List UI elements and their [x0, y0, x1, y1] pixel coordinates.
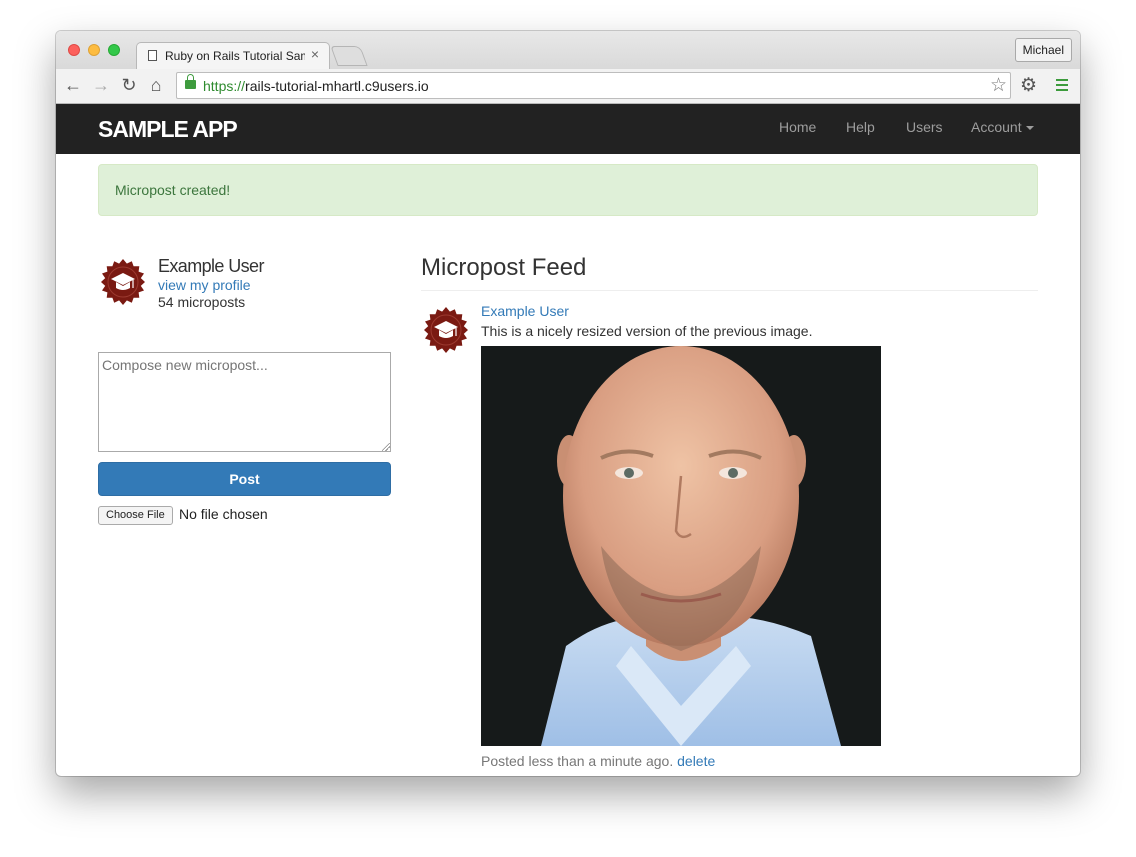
browser-tab[interactable]: Ruby on Rails Tutorial Sample App ×: [136, 42, 330, 69]
post-button[interactable]: Post: [98, 462, 391, 496]
micropost-count: 54 microposts: [158, 294, 246, 310]
feed-item-timestamp: Posted less than a minute ago. delete: [481, 753, 715, 769]
nav-account[interactable]: Account: [971, 119, 1034, 135]
home-icon[interactable]: ⌂: [145, 74, 167, 96]
star-icon[interactable]: ☆: [990, 74, 1007, 97]
feed-item-user-link[interactable]: Example User: [481, 303, 569, 319]
forward-icon[interactable]: →: [90, 74, 112, 96]
back-icon[interactable]: ←: [62, 74, 84, 96]
url-host: rails-tutorial-mhartl.c9users.io: [245, 78, 429, 94]
lock-icon: [185, 74, 196, 89]
nav-home[interactable]: Home: [779, 119, 816, 135]
feed-item-content: This is a nicely resized version of the …: [481, 323, 813, 339]
micropost-compose-field[interactable]: [98, 352, 391, 452]
minimize-window-button[interactable]: [88, 44, 100, 56]
url-scheme: https://: [203, 78, 246, 94]
new-tab-button[interactable]: [330, 46, 368, 66]
tab-close-icon[interactable]: ×: [311, 46, 319, 62]
logo[interactable]: SAMPLE APP: [98, 116, 238, 143]
profile-button[interactable]: Michael: [1014, 38, 1072, 62]
flash-message: Micropost created!: [98, 164, 1038, 216]
zoom-window-button[interactable]: [108, 44, 120, 56]
gear-icon[interactable]: ⚙: [1020, 74, 1037, 97]
feed-item-avatar[interactable]: [423, 307, 469, 353]
timestamp-text: Posted less than a minute ago.: [481, 753, 674, 769]
portrait-photo: [481, 346, 881, 746]
view-profile-link[interactable]: view my profile: [158, 277, 251, 293]
tab-strip: Ruby on Rails Tutorial Sample App × Mich…: [56, 31, 1080, 69]
delete-link[interactable]: delete: [677, 753, 715, 769]
feed-title: Micropost Feed: [421, 254, 587, 281]
nav-help[interactable]: Help: [846, 119, 875, 135]
url-text[interactable]: https://rails-tutorial-mhartl.c9users.io: [203, 78, 429, 94]
close-window-button[interactable]: [68, 44, 80, 56]
sidebar-user-name: Example User: [158, 256, 264, 276]
caret-down-icon: [1025, 126, 1034, 131]
gravatar-avatar[interactable]: [100, 259, 146, 305]
menu-icon[interactable]: [1056, 79, 1068, 94]
site-header: SAMPLE APP Home Help Users Account: [56, 104, 1080, 154]
file-status: No file chosen: [179, 506, 268, 522]
choose-file-button[interactable]: Choose File: [98, 506, 173, 525]
tab-title: Ruby on Rails Tutorial Sample App: [165, 49, 305, 63]
nav-account-label: Account: [971, 119, 1022, 135]
nav-users[interactable]: Users: [906, 119, 943, 135]
reload-icon[interactable]: ↻: [118, 74, 140, 96]
browser-window: Ruby on Rails Tutorial Sample App × Mich…: [56, 31, 1080, 776]
address-bar[interactable]: https://rails-tutorial-mhartl.c9users.io…: [176, 72, 1011, 99]
feed-divider: [421, 290, 1038, 291]
document-icon: [148, 50, 157, 61]
resize-handle-icon[interactable]: [382, 443, 390, 451]
browser-toolbar: ← → ↻ ⌂ https://rails-tutorial-mhartl.c9…: [56, 69, 1080, 104]
feed-item-image: [481, 346, 881, 746]
